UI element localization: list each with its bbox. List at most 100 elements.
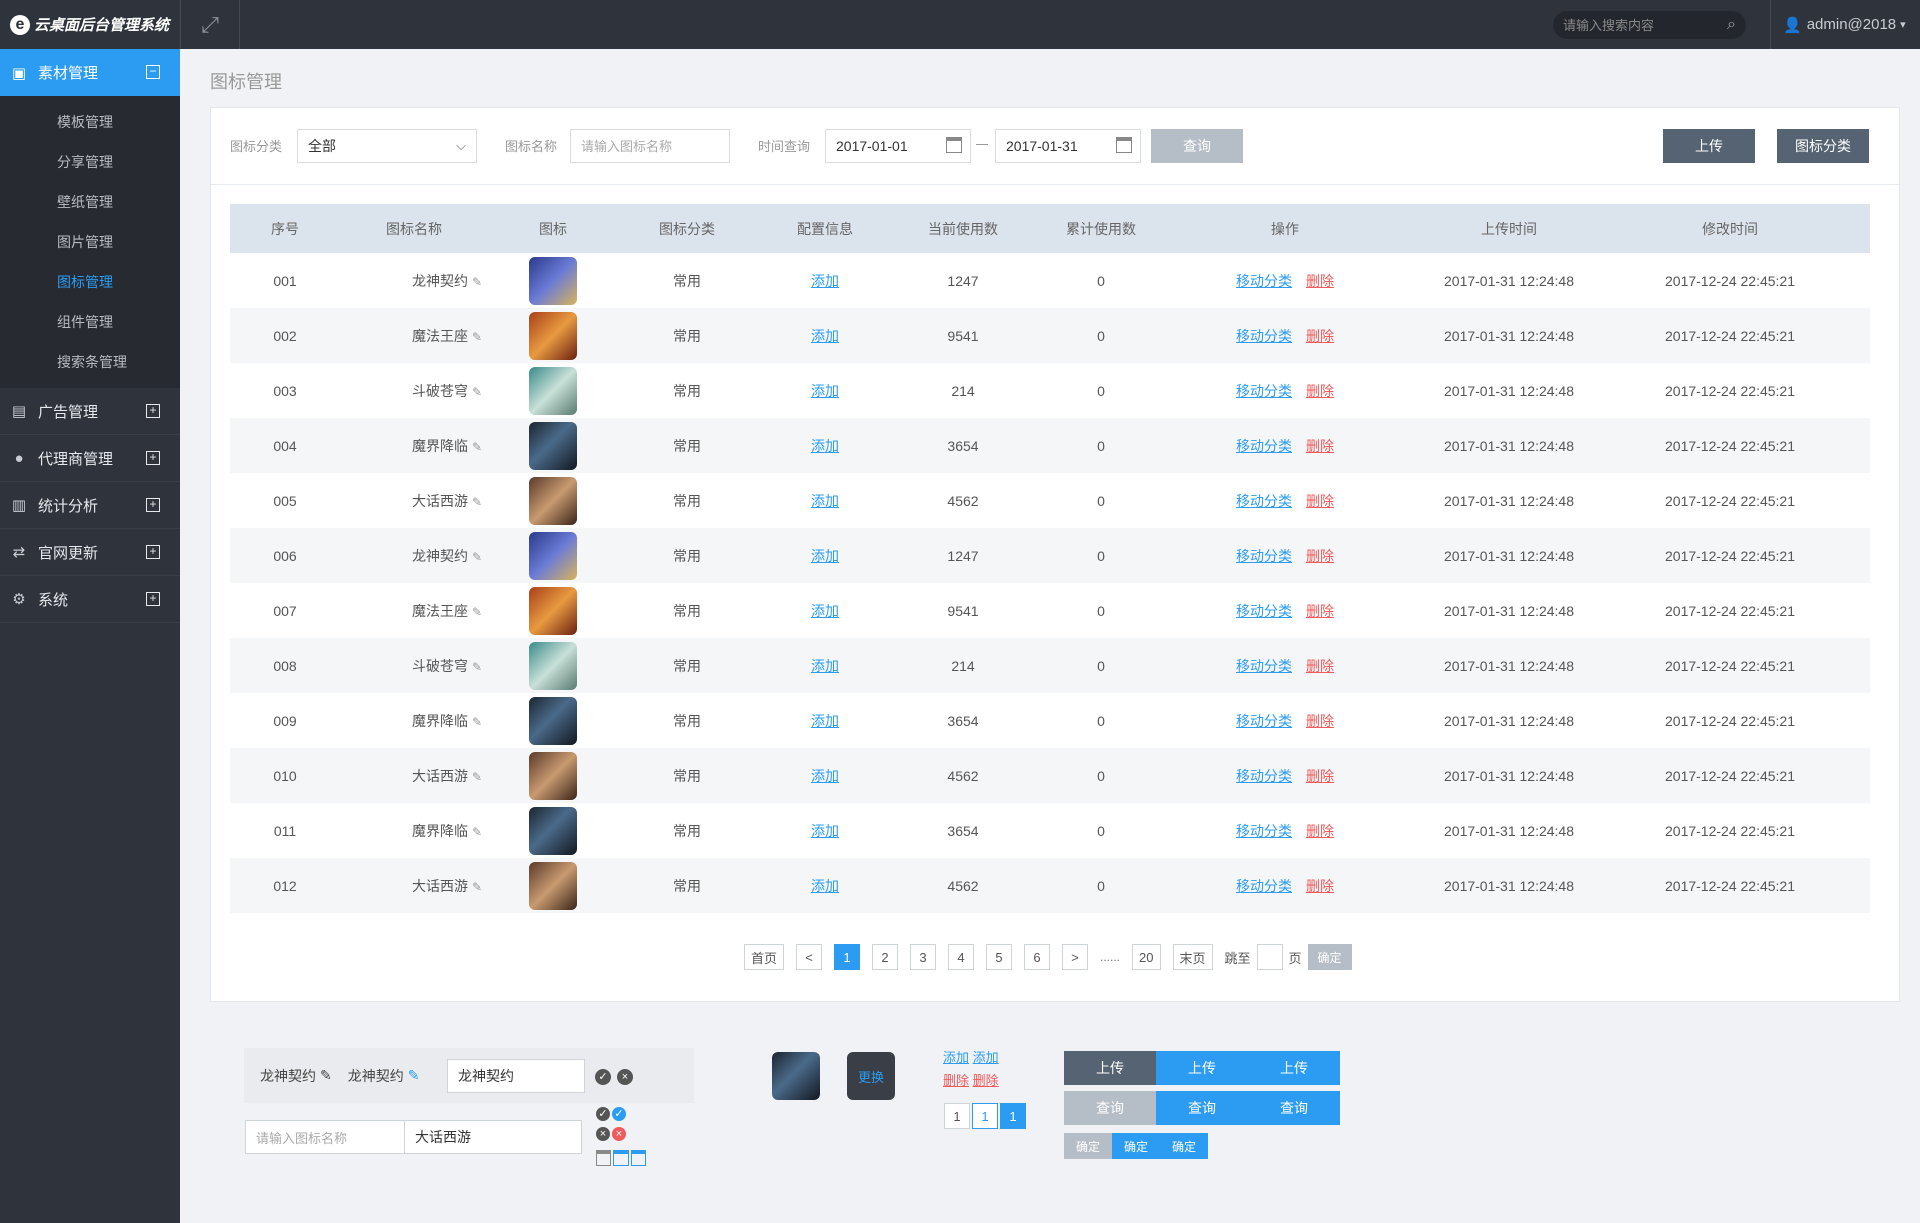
pencil-icon[interactable]: ✎ [472,550,482,564]
sidebar-group-system[interactable]: ⚙ 系统 + [0,576,180,623]
move-category-link[interactable]: 移动分类 [1236,603,1292,619]
cancel-icon[interactable]: × [612,1127,626,1141]
sidebar-item-searchbar[interactable]: 搜索条管理 [0,342,180,382]
collapse-icon[interactable]: − [146,65,160,79]
page-first[interactable]: 首页 [744,944,785,970]
sidebar-group-ads[interactable]: ▤ 广告管理 + [0,388,180,435]
upload-button[interactable]: 上传 [1064,1051,1156,1085]
pencil-icon[interactable]: ✎ [472,275,482,289]
delete-link[interactable]: 删除 [1306,878,1334,894]
add-config-link[interactable]: 添加 [811,603,839,619]
query-button[interactable]: 查询 [1156,1091,1248,1125]
page-number[interactable]: 1 [1000,1103,1026,1129]
app-logo[interactable]: e 云桌面后台管理系统 [0,0,180,49]
confirm-button[interactable]: 确定 [1160,1133,1208,1159]
pencil-icon[interactable]: ✎ [472,330,482,344]
add-config-link[interactable]: 添加 [811,768,839,784]
expand-icon[interactable]: + [146,545,160,559]
page-number[interactable]: 1 [972,1103,998,1129]
move-category-link[interactable]: 移动分类 [1236,383,1292,399]
upload-button[interactable]: 上传 [1248,1051,1340,1085]
query-button[interactable]: 查询 [1064,1091,1156,1125]
page-number[interactable]: 1 [944,1103,970,1129]
sidebar-item-icon[interactable]: 图标管理 [0,262,180,302]
page-next[interactable]: > [1062,944,1089,970]
pencil-icon[interactable]: ✎ [472,715,482,729]
add-config-link[interactable]: 添加 [811,658,839,674]
page-number[interactable]: 4 [948,944,975,970]
add-config-link[interactable]: 添加 [811,548,839,564]
move-category-link[interactable]: 移动分类 [1236,823,1292,839]
pencil-icon[interactable]: ✎ [472,440,482,454]
goto-confirm-button[interactable]: 确定 [1307,944,1352,970]
expand-icon[interactable]: + [146,592,160,606]
sidebar-item-template[interactable]: 模板管理 [0,102,180,142]
sidebar-item-wallpaper[interactable]: 壁纸管理 [0,182,180,222]
pencil-icon[interactable]: ✎ [472,825,482,839]
add-link[interactable]: 添加 [943,1050,969,1065]
pencil-icon[interactable]: ✎ [472,880,482,894]
page-last[interactable]: 末页 [1172,944,1213,970]
pencil-icon[interactable]: ✎ [408,1067,420,1084]
delete-link[interactable]: 删除 [1306,548,1334,564]
add-config-link[interactable]: 添加 [811,878,839,894]
confirm-button[interactable]: 确定 [1064,1133,1112,1159]
sidebar-item-image[interactable]: 图片管理 [0,222,180,262]
demo-edit-input[interactable]: 龙神契约 [447,1059,585,1093]
page-number[interactable]: 3 [910,944,937,970]
page-number[interactable]: 5 [986,944,1013,970]
sidebar-item-share[interactable]: 分享管理 [0,142,180,182]
pencil-icon[interactable]: ✎ [472,660,482,674]
fullscreen-icon[interactable]: ⤢ [180,0,240,49]
page-number[interactable]: 20 [1132,944,1161,970]
calendar-icon[interactable] [1116,137,1132,153]
pencil-icon[interactable]: ✎ [472,770,482,784]
delete-link[interactable]: 删除 [1306,493,1334,509]
name-input[interactable] [581,138,729,154]
sidebar-group-stats[interactable]: ▥ 统计分析 + [0,482,180,529]
move-category-link[interactable]: 移动分类 [1236,493,1292,509]
page-number[interactable]: 6 [1024,944,1051,970]
move-category-link[interactable]: 移动分类 [1236,548,1292,564]
delete-link[interactable]: 删除 [1306,768,1334,784]
sidebar-group-agent[interactable]: ● 代理商管理 + [0,435,180,482]
pencil-icon[interactable]: ✎ [472,385,482,399]
move-category-link[interactable]: 移动分类 [1236,878,1292,894]
calendar-icon[interactable] [946,137,962,153]
pencil-icon[interactable]: ✎ [472,605,482,619]
add-config-link[interactable]: 添加 [811,273,839,289]
move-category-link[interactable]: 移动分类 [1236,713,1292,729]
icon-category-button[interactable]: 图标分类 [1777,129,1869,163]
delete-link[interactable]: 删除 [1306,383,1334,399]
move-category-link[interactable]: 移动分类 [1236,768,1292,784]
delete-link[interactable]: 删除 [1306,438,1334,454]
move-category-link[interactable]: 移动分类 [1236,328,1292,344]
demo-name-input[interactable]: 大话西游 [404,1120,582,1154]
expand-icon[interactable]: + [146,451,160,465]
delete-link[interactable]: 删除 [973,1073,999,1088]
expand-icon[interactable]: + [146,404,160,418]
add-link[interactable]: 添加 [973,1050,999,1065]
global-search-input[interactable] [1563,17,1713,33]
cancel-icon[interactable]: × [617,1069,633,1085]
add-config-link[interactable]: 添加 [811,493,839,509]
confirm-icon[interactable]: ✓ [612,1107,626,1121]
sidebar-item-widget[interactable]: 组件管理 [0,302,180,342]
delete-link[interactable]: 删除 [943,1073,969,1088]
confirm-icon[interactable]: ✓ [596,1107,610,1121]
search-icon[interactable]: ⌕ [1727,16,1736,34]
move-category-link[interactable]: 移动分类 [1236,658,1292,674]
confirm-icon[interactable]: ✓ [595,1069,611,1085]
upload-button[interactable]: 上传 [1156,1051,1248,1085]
page-number[interactable]: 2 [872,944,899,970]
upload-button[interactable]: 上传 [1663,129,1755,163]
add-config-link[interactable]: 添加 [811,383,839,399]
pencil-icon[interactable]: ✎ [472,495,482,509]
goto-input[interactable] [1256,944,1283,970]
add-config-link[interactable]: 添加 [811,713,839,729]
delete-link[interactable]: 删除 [1306,713,1334,729]
page-number[interactable]: 1 [834,944,861,970]
sidebar-group-website[interactable]: ⇄ 官网更新 + [0,529,180,576]
add-config-link[interactable]: 添加 [811,823,839,839]
user-menu[interactable]: 👤 admin@2018 ▾ [1770,0,1920,49]
